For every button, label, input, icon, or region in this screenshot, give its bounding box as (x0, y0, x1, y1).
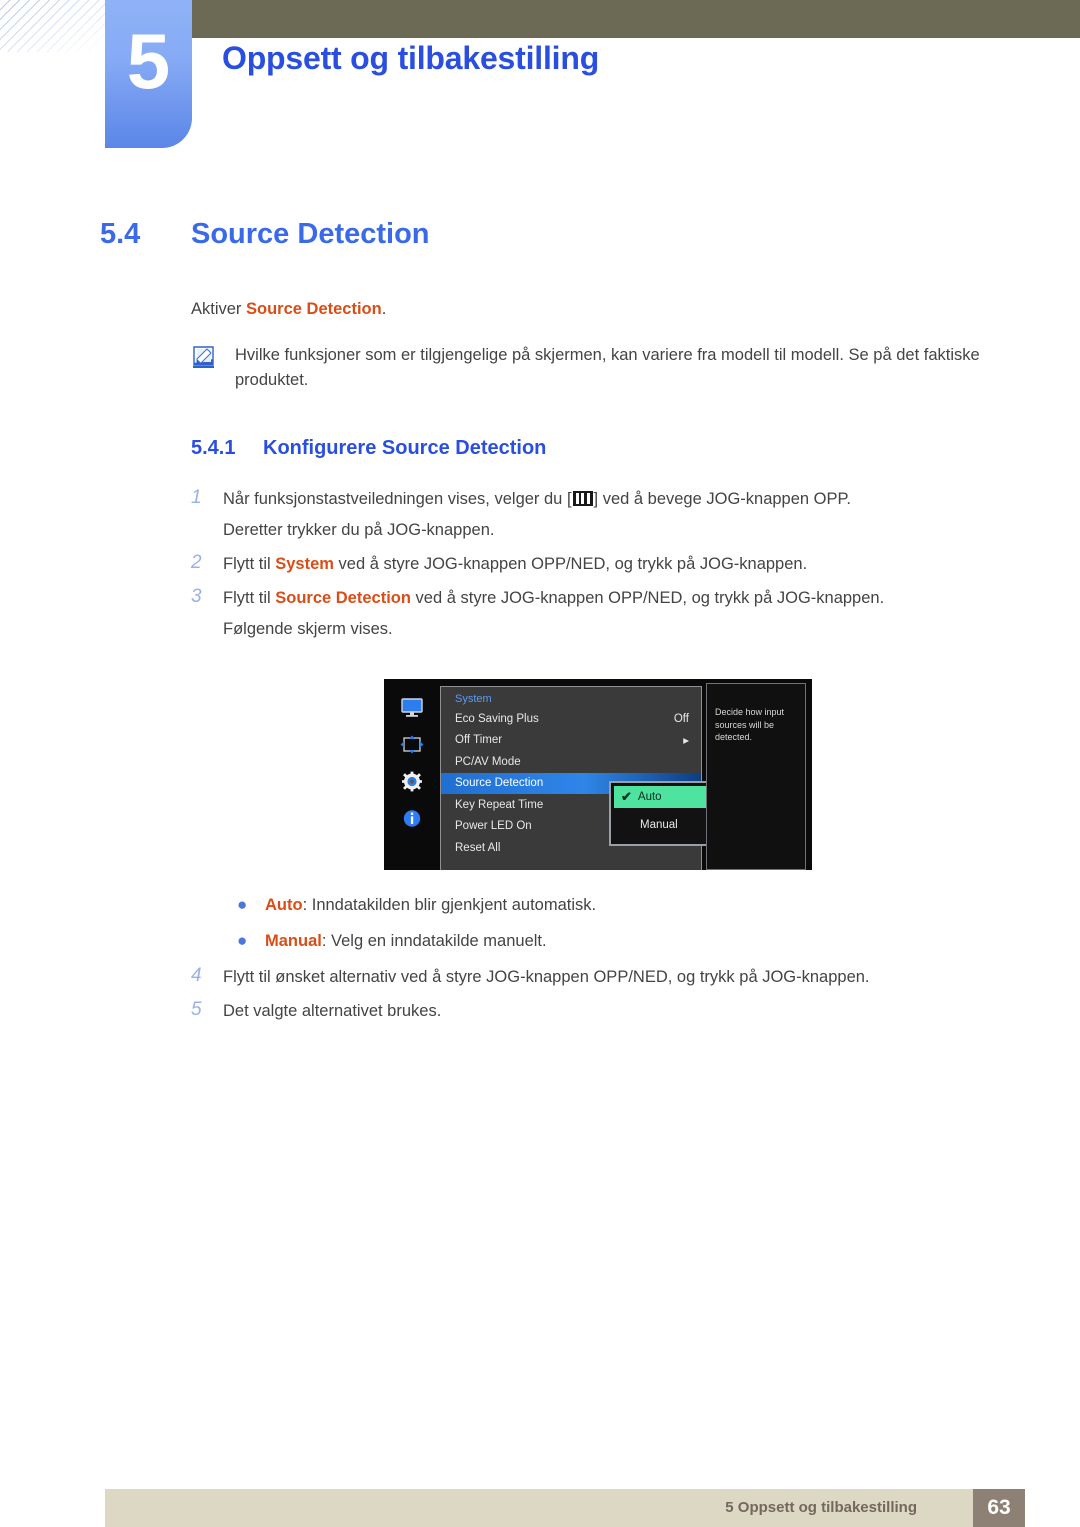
list-item: ● Auto: Inndatakilden blir gjenkjent aut… (233, 893, 1023, 917)
osd-popup-option-label: Manual (640, 818, 678, 831)
step-text: Når funksjonstastveiledningen vises, vel… (223, 484, 1021, 546)
jog-menu-icon (572, 491, 593, 506)
bullet-highlight: Manual (265, 932, 322, 950)
step-item: 1 Når funksjonstastveiledningen vises, v… (191, 484, 1021, 546)
subsection-heading: 5.4.1 Konfigurere Source Detection (191, 437, 546, 460)
step-continuation: Deretter trykker du på JOG-knappen. (223, 521, 495, 539)
note-block: Hvilke funksjoner som er tilgjengelige p… (191, 343, 1021, 393)
step-text: Det valgte alternativet brukes. (223, 1002, 442, 1020)
step-item: 3 Flytt til Source Detection ved å styre… (191, 583, 1021, 645)
osd-menu-title: System (455, 693, 492, 705)
manual-page: 5 Oppsett og tilbakestilling 5.4 Source D… (0, 0, 1080, 1527)
step-item: 4 Flytt til ønsket alternativ ved å styr… (191, 962, 1021, 993)
step-number: 4 (191, 965, 202, 986)
osd-row-value: Off (673, 712, 689, 725)
bullet-text: Auto: Inndatakilden blir gjenkjent autom… (265, 893, 596, 917)
step-text-before: Flytt til (223, 589, 276, 607)
note-text: Hvilke funksjoner som er tilgjengelige p… (235, 346, 980, 389)
step-item: 5 Det valgte alternativet brukes. (191, 996, 1021, 1027)
step-text: Flytt til ønsket alternativ ved å styre … (223, 968, 870, 986)
osd-row-label: Key Repeat Time (455, 798, 544, 811)
page-number: 63 (973, 1489, 1025, 1527)
subsection-number: 5.4.1 (191, 437, 236, 459)
osd-row-eco-saving-plus[interactable]: Eco Saving Plus Off (441, 708, 701, 730)
step-text-before: Flytt til (223, 555, 276, 573)
note-pencil-icon (191, 346, 219, 371)
steps-list-first: 1 Når funksjonstastveiledningen vises, v… (191, 484, 1021, 648)
bullet-text: Manual: Velg en inndatakilde manuelt. (265, 929, 547, 953)
intro-prefix: Aktiver (191, 300, 247, 318)
header-stripe-decoration (0, 0, 107, 52)
footer-chapter-label: 5 Oppsett og tilbakestilling (725, 1499, 917, 1516)
osd-row-label: Reset All (455, 841, 501, 854)
bullet-description: : Inndatakilden blir gjenkjent automatis… (302, 896, 597, 914)
subsection-title: Konfigurere Source Detection (263, 437, 547, 459)
chapter-number-tab: 5 (105, 0, 192, 148)
chapter-number: 5 (126, 17, 171, 105)
step-highlight: Source Detection (275, 589, 411, 607)
intro-highlight: Source Detection (246, 300, 382, 318)
bullet-highlight: Auto (265, 896, 303, 914)
list-item: ● Manual: Velg en inndatakilde manuelt. (233, 929, 1023, 953)
steps-list-second: 4 Flytt til ønsket alternativ ved å styr… (191, 962, 1021, 1030)
check-icon: ✔ (621, 789, 632, 804)
osd-row-label: Off Timer (455, 734, 503, 747)
option-description-list: ● Auto: Inndatakilden blir gjenkjent aut… (233, 893, 1023, 965)
section-heading: 5.4 Source Detection (100, 218, 430, 251)
step-text: Flytt til Source Detection ved å styre J… (223, 583, 1021, 645)
monitor-icon (399, 697, 425, 718)
step-number: 2 (191, 552, 202, 573)
osd-row-arrow-icon: ▸ (683, 735, 689, 748)
bullet-dot-icon: ● (237, 895, 248, 914)
step-text: Flytt til System ved å styre JOG-knappen… (223, 549, 1021, 580)
chapter-title: Oppsett og tilbakestilling (222, 40, 600, 76)
osd-popup-option-label: Auto (637, 791, 662, 803)
osd-row-label: PC/AV Mode (455, 755, 521, 768)
step-highlight: System (275, 555, 334, 573)
step-item: 2 Flytt til System ved å styre JOG-knapp… (191, 549, 1021, 580)
bullet-description: : Velg en inndatakilde manuelt. (321, 932, 547, 950)
step-text-before: Når funksjonstastveiledningen vises, vel… (223, 490, 572, 508)
osd-main-panel: System Eco Saving Plus Off Off Timer ▸ P… (440, 686, 757, 870)
step-number: 3 (191, 586, 202, 607)
bullet-dot-icon: ● (237, 931, 248, 950)
osd-menu-screenshot: System Eco Saving Plus Off Off Timer ▸ P… (384, 679, 812, 870)
osd-description-panel: Decide how input sources will be detecte… (706, 683, 806, 870)
move-arrows-icon (399, 734, 425, 755)
gear-icon (399, 771, 425, 792)
osd-row-off-timer[interactable]: Off Timer ▸ (441, 730, 701, 752)
page-footer: 5 Oppsett og tilbakestilling 63 (105, 1489, 1025, 1527)
section-number: 5.4 (100, 218, 141, 250)
step-number: 1 (191, 487, 202, 508)
header-olive-bar (192, 0, 1080, 38)
step-number: 5 (191, 999, 202, 1020)
osd-row-label: Eco Saving Plus (455, 712, 539, 725)
osd-row-pc-av-mode[interactable]: PC/AV Mode (441, 751, 701, 773)
section-intro: Aktiver Source Detection. (191, 297, 386, 322)
intro-suffix: . (381, 300, 387, 318)
step-text-after: ved å styre JOG-knappen OPP/NED, og tryk… (333, 555, 808, 573)
osd-icon-rail (384, 679, 440, 870)
step-continuation: Følgende skjerm vises. (223, 620, 393, 638)
info-icon (399, 808, 425, 829)
osd-row-label: Source Detection (455, 777, 544, 790)
step-text-after: ved å styre JOG-knappen OPP/NED, og tryk… (410, 589, 885, 607)
osd-row-label: Power LED On (455, 820, 532, 833)
section-title: Source Detection (191, 218, 430, 250)
step-text-after: ] ved å bevege JOG-knappen OPP. (593, 490, 851, 508)
